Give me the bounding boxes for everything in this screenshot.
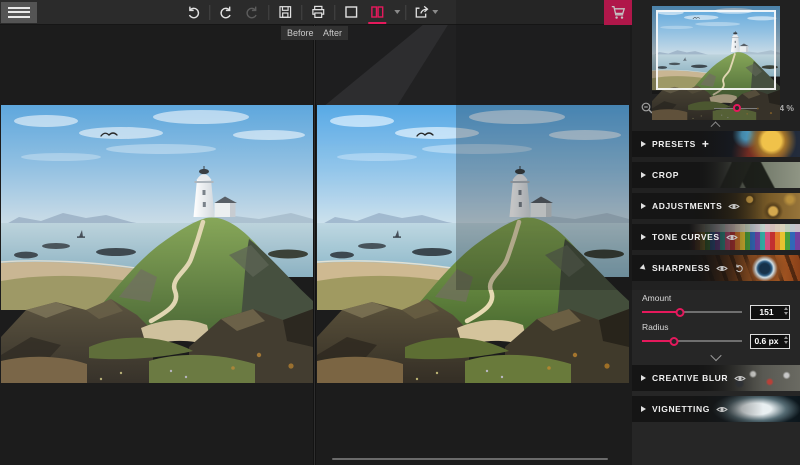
toolbar-separator (268, 4, 270, 20)
before-pane[interactable] (0, 25, 313, 465)
compare-workspace: Before After (0, 25, 632, 465)
amount-slider[interactable] (642, 306, 742, 318)
hamburger-menu-button[interactable] (1, 1, 37, 23)
panel-label: PRESETS (652, 139, 696, 149)
zoom-slider[interactable] (714, 103, 757, 113)
after-image[interactable] (317, 105, 629, 383)
chevron-down-icon (394, 10, 401, 14)
radius-slider[interactable] (642, 335, 742, 347)
panel-vignetting[interactable]: VIGNETTING (632, 396, 800, 422)
undo-icon (188, 6, 200, 19)
compare-view-button[interactable] (364, 0, 390, 25)
redo-icon (220, 6, 231, 19)
panel-creative-blur[interactable]: CREATIVE BLUR (632, 365, 800, 391)
expander-arrow-icon (641, 406, 646, 412)
reset-undo-icon[interactable] (734, 263, 744, 273)
single-view-button[interactable] (338, 0, 364, 25)
compare-view-icon (371, 6, 384, 18)
amount-value-box[interactable]: 151 (750, 304, 790, 320)
share-icon (415, 5, 428, 18)
panel-presets[interactable]: PRESETS + (632, 131, 800, 157)
compare-view-dropdown[interactable] (390, 0, 402, 25)
before-image[interactable] (1, 105, 313, 383)
save-button[interactable] (272, 0, 298, 25)
toolbar-separator (301, 4, 303, 20)
panel-label: ADJUSTMENTS (652, 201, 723, 211)
visibility-eye-icon[interactable] (716, 264, 729, 273)
hamburger-icon (8, 6, 30, 9)
photo-editor-app: Before After % PRESETS + CROP ADJUSTMENT… (0, 0, 800, 465)
expander-arrow-icon (641, 375, 646, 381)
print-button[interactable] (305, 0, 331, 25)
radius-value: 0.6 px (754, 336, 779, 346)
panel-label: VIGNETTING (652, 404, 710, 414)
share-button[interactable] (409, 0, 441, 25)
shopping-cart-icon (611, 5, 625, 19)
adjustment-panels: PRESETS + CROP ADJUSTMENTS TONE CURVES S… (632, 131, 800, 422)
toolbar-separator (209, 4, 211, 20)
radius-slider-knob[interactable] (669, 336, 679, 346)
panel-label: TONE CURVES (652, 232, 720, 242)
collapse-navigator-chevron-icon[interactable] (712, 120, 721, 125)
step-forward-icon (246, 6, 257, 19)
visibility-eye-icon[interactable] (716, 405, 728, 414)
visibility-eye-icon[interactable] (725, 233, 738, 242)
redo-button[interactable] (213, 0, 239, 25)
navigator-thumbnail[interactable] (652, 6, 780, 121)
shopping-cart-button[interactable] (604, 0, 632, 25)
right-sidebar: 1:1 104.4 % PRESE (632, 0, 800, 465)
print-icon (312, 5, 325, 19)
step-forward-button-disabled[interactable] (239, 0, 265, 25)
main-area: Before After (0, 0, 632, 465)
after-label: After (317, 26, 349, 40)
save-icon (279, 6, 292, 18)
zoom-slider-knob[interactable] (732, 104, 741, 112)
amount-slider-knob[interactable] (675, 307, 685, 317)
radius-label: Radius (642, 322, 669, 332)
expander-arrow-icon (641, 141, 646, 147)
amount-value: 151 (759, 307, 774, 317)
toolbar-icon-group (180, 0, 441, 25)
panel-label: SHARPNESS (652, 263, 711, 273)
panel-label: CROP (652, 170, 679, 180)
spinner-arrows-icon[interactable] (783, 335, 788, 344)
panel-sharpness[interactable]: SHARPNESS (632, 255, 800, 281)
horizontal-scrollbar[interactable] (332, 458, 608, 460)
undo-button[interactable] (180, 0, 206, 25)
panel-crop[interactable]: CROP (632, 162, 800, 188)
single-view-icon (345, 6, 358, 18)
expander-arrow-icon-expanded (639, 264, 648, 272)
toolbar (0, 0, 632, 25)
expander-arrow-icon (641, 203, 646, 209)
toolbar-separator (405, 4, 407, 20)
radius-value-box[interactable]: 0.6 px (750, 333, 790, 349)
amount-label: Amount (642, 293, 672, 303)
expander-arrow-icon (641, 234, 646, 240)
panel-label: CREATIVE BLUR (652, 373, 729, 383)
spinner-arrows-icon[interactable] (783, 306, 788, 315)
visibility-eye-icon[interactable] (728, 202, 741, 211)
panel-tone-curves[interactable]: TONE CURVES (632, 224, 800, 250)
visibility-eye-icon[interactable] (734, 374, 746, 383)
after-pane[interactable] (316, 25, 630, 465)
background-decoration (316, 25, 630, 105)
panel-adjustments[interactable]: ADJUSTMENTS (632, 193, 800, 219)
chevron-down-icon (431, 10, 438, 14)
expand-more-chevron-icon[interactable] (711, 353, 721, 359)
add-preset-icon[interactable]: + (702, 138, 709, 150)
sharpness-controls: Amount 151 Radius 0.6 px (632, 286, 800, 361)
expander-arrow-icon (641, 172, 646, 178)
before-label: Before (281, 26, 320, 40)
toolbar-separator (334, 4, 336, 20)
